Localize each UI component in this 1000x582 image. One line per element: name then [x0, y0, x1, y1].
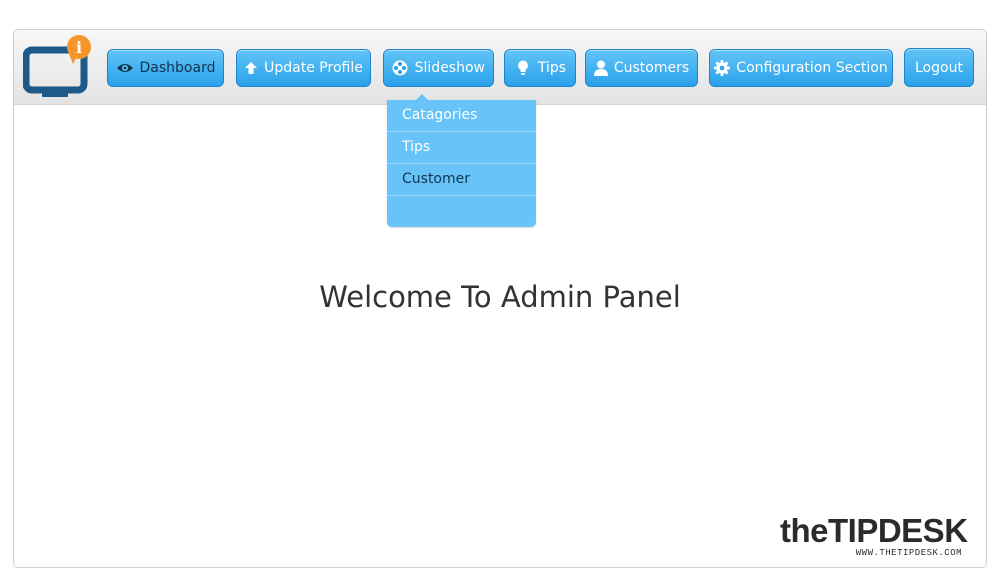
dashboard-button[interactable]: Dashboard [107, 49, 224, 87]
welcome-heading: Welcome To Admin Panel [319, 280, 681, 314]
update-profile-button[interactable]: Update Profile [236, 49, 371, 87]
lightbulb-icon [514, 59, 532, 77]
monitor-info-logo-icon[interactable]: i [22, 34, 103, 98]
tips-button[interactable]: Tips [504, 49, 576, 87]
dashboard-label: Dashboard [139, 60, 216, 76]
eye-icon [116, 59, 134, 77]
tips-label: Tips [537, 60, 567, 76]
slideshow-button[interactable]: Slideshow [383, 49, 494, 87]
dropdown-item-empty[interactable] [387, 196, 536, 227]
brand-name-main: TIPDESK [828, 512, 968, 549]
configuration-section-label: Configuration Section [736, 60, 888, 76]
brand-name-prefix: the [780, 512, 829, 549]
slideshow-label: Slideshow [414, 60, 485, 76]
dropdown-item-customer[interactable]: Customer [387, 164, 536, 196]
configuration-section-button[interactable]: Configuration Section [709, 49, 893, 87]
user-icon [593, 59, 608, 77]
customers-button[interactable]: Customers [585, 49, 698, 87]
customers-label: Customers [613, 60, 690, 76]
admin-panel: i Dashboard Update Profile Slideshow Tip… [13, 29, 987, 568]
gear-icon [714, 59, 731, 77]
brand-logo: theTIPDESK WWW.THETIPDESK.COM [780, 512, 968, 558]
logout-label: Logout [915, 59, 963, 76]
dropdown-item-catagories[interactable]: Catagories [387, 100, 536, 132]
brand-url: WWW.THETIPDESK.COM [855, 548, 962, 558]
svg-text:i: i [76, 38, 82, 57]
update-profile-label: Update Profile [264, 60, 363, 76]
top-navigation-bar: i Dashboard Update Profile Slideshow Tip… [14, 30, 986, 105]
logout-button[interactable]: Logout [904, 48, 974, 87]
dropdown-item-tips[interactable]: Tips [387, 132, 536, 164]
dropdown-pointer [416, 94, 428, 100]
film-reel-icon [392, 59, 409, 77]
slideshow-dropdown-menu: Catagories Tips Customer [387, 94, 536, 227]
brand-name: theTIPDESK [780, 512, 968, 549]
upload-arrow-icon [244, 59, 258, 77]
